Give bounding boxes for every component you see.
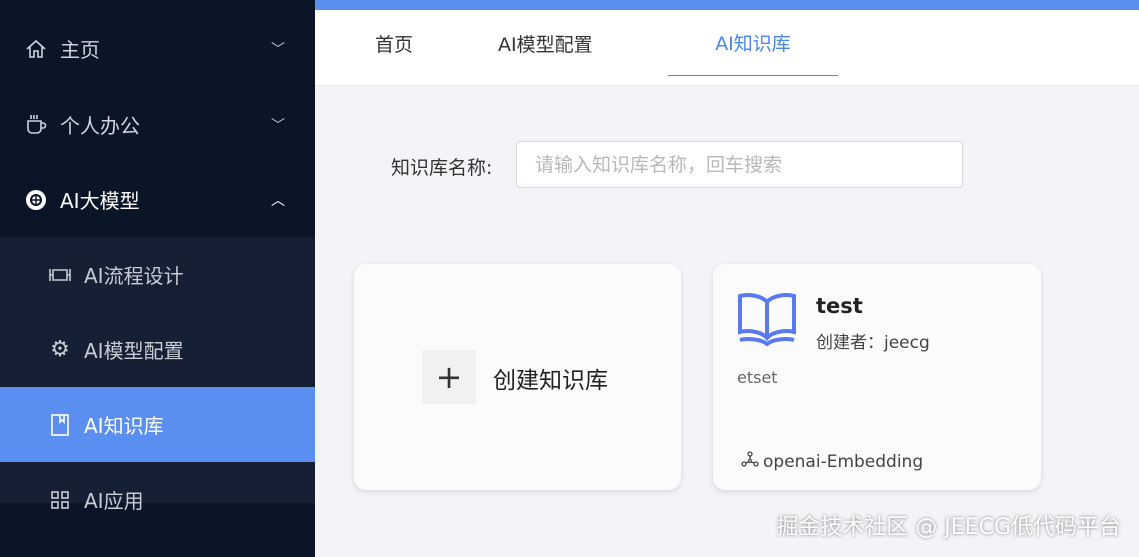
submenu-ai-app[interactable]: AI应用 [0, 462, 315, 537]
top-accent-bar [315, 0, 1139, 10]
search-label: 知识库名称: [391, 157, 493, 179]
knowledge-creator: 创建者：jeecg [816, 333, 930, 353]
create-knowledge-label: 创建知识库 [493, 368, 608, 394]
chevron-up-icon: ︿ [271, 192, 285, 209]
tab-home[interactable]: 首页 [375, 10, 413, 76]
ai-model-icon [25, 189, 47, 211]
submenu-label: AI应用 [84, 489, 144, 513]
embedding-model-label: openai-Embedding [763, 451, 924, 472]
menu-label: 个人办公 [60, 114, 140, 138]
sidebar: 主页 ﹀ 个人办公 ﹀ AI大模型 ︿ AI流程设计 ⚙ AI模型配置 AI知识… [0, 0, 315, 557]
nodes-icon [741, 451, 759, 472]
book-icon [49, 413, 71, 436]
grid-icon [49, 489, 71, 511]
watermark: 掘金技术社区 @ JEECG低代码平台 [776, 515, 1121, 540]
open-book-icon [737, 292, 797, 350]
knowledge-name-search-input[interactable] [516, 141, 963, 188]
menu-label: AI大模型 [60, 189, 140, 213]
submenu-ai-knowledge[interactable]: AI知识库 [0, 387, 315, 462]
submenu-ai-model-config[interactable]: ⚙ AI模型配置 [0, 312, 315, 387]
submenu-label: AI流程设计 [84, 264, 184, 288]
tab-ai-model-config[interactable]: AI模型配置 [498, 10, 593, 76]
home-icon [25, 38, 47, 60]
knowledge-description: etset [737, 368, 778, 387]
submenu-ai-flow[interactable]: AI流程设计 [0, 237, 315, 312]
menu-label: 主页 [60, 38, 100, 62]
plus-icon: + [422, 350, 476, 404]
flow-icon [49, 264, 71, 286]
menu-ai-model[interactable]: AI大模型 ︿ [0, 162, 315, 237]
ai-submenu: AI流程设计 ⚙ AI模型配置 AI知识库 AI应用 [0, 237, 315, 513]
chevron-down-icon: ﹀ [271, 117, 285, 134]
knowledge-card[interactable]: test 创建者：jeecg etset openai-Embedding [713, 264, 1041, 490]
tab-bar: 首页 AI模型配置 AI知识库 [315, 10, 1139, 86]
coffee-icon [25, 114, 47, 136]
menu-home[interactable]: 主页 ﹀ [0, 11, 315, 86]
submenu-label: AI模型配置 [84, 339, 184, 363]
gear-icon: ⚙ [50, 337, 70, 362]
submenu-label: AI知识库 [84, 414, 164, 438]
menu-personal-office[interactable]: 个人办公 ﹀ [0, 87, 315, 162]
knowledge-title: test [816, 294, 863, 318]
tab-ai-knowledge[interactable]: AI知识库 [668, 10, 838, 76]
embedding-model: openai-Embedding [741, 451, 923, 472]
create-knowledge-card[interactable]: + 创建知识库 [354, 264, 681, 490]
chevron-down-icon: ﹀ [271, 41, 285, 58]
